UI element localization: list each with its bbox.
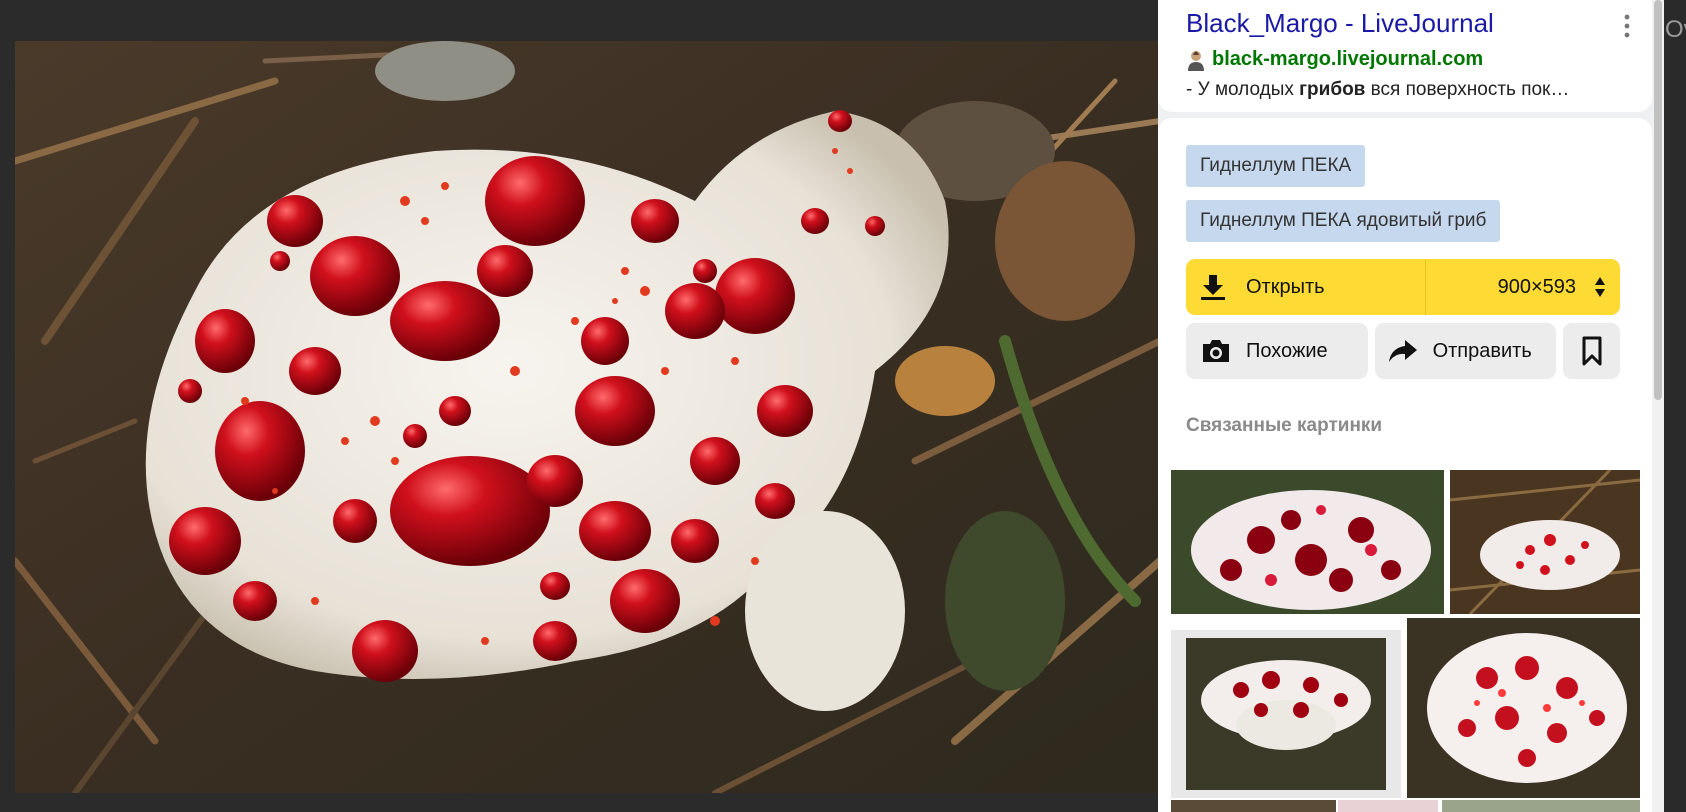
camera-icon	[1203, 340, 1229, 362]
updown-arrows-icon	[1595, 277, 1605, 297]
related-thumbnail[interactable]	[1442, 800, 1640, 812]
open-row: Открыть 900×593	[1186, 259, 1620, 315]
size-select[interactable]: 900×593	[1426, 259, 1620, 315]
background-edge	[1664, 0, 1686, 812]
similar-label: Похожие	[1246, 339, 1328, 362]
open-button[interactable]: Открыть	[1186, 259, 1426, 315]
source-domain-row: black-margo.livejournal.com	[1186, 48, 1624, 71]
snippet-after: вся поверхность пок…	[1365, 79, 1570, 100]
share-arrow-icon	[1388, 340, 1417, 362]
tag-2[interactable]: Гиднеллум ПЕКА ядовитый гриб	[1186, 200, 1501, 242]
user-icon	[1188, 50, 1204, 71]
bookmark-button[interactable]	[1563, 323, 1620, 379]
snippet-bold: грибов	[1299, 79, 1366, 100]
related-thumbnail[interactable]	[1171, 800, 1336, 812]
main-image[interactable]	[15, 41, 1160, 793]
side-panel: Black_Margo - LiveJournal black-margo.li…	[1158, 0, 1652, 812]
related-thumbnail[interactable]	[1407, 618, 1640, 798]
related-thumbnail[interactable]	[1171, 630, 1401, 798]
background-edge-text: Ov	[1665, 16, 1686, 43]
bookmark-icon	[1582, 336, 1602, 366]
send-label: Отправить	[1432, 339, 1532, 362]
snippet-before: - У молодых	[1186, 79, 1300, 100]
send-button[interactable]: Отправить	[1374, 323, 1557, 379]
image-viewer	[0, 0, 1160, 812]
source-card: Black_Margo - LiveJournal black-margo.li…	[1158, 0, 1652, 112]
related-thumbnail[interactable]	[1338, 800, 1438, 812]
open-button-label: Открыть	[1246, 275, 1325, 298]
download-icon	[1201, 275, 1225, 300]
source-snippet: - У молодых грибов вся поверхность пок…	[1186, 79, 1624, 101]
size-label: 900×593	[1497, 275, 1576, 298]
panel-scrollbar-thumb[interactable]	[1654, 0, 1662, 400]
related-thumbnail[interactable]	[1450, 470, 1640, 614]
source-domain-link[interactable]: black-margo.livejournal.com	[1212, 48, 1483, 71]
source-title-link[interactable]: Black_Margo - LiveJournal	[1186, 8, 1624, 38]
similar-button[interactable]: Похожие	[1186, 323, 1368, 379]
related-images-title: Связанные картинки	[1186, 415, 1383, 436]
more-vertical-icon[interactable]	[1624, 14, 1630, 38]
tag-1[interactable]: Гиднеллум ПЕКА	[1186, 145, 1366, 187]
action-row: Похожие Отправить	[1186, 323, 1620, 379]
related-thumbnail[interactable]	[1171, 470, 1444, 614]
